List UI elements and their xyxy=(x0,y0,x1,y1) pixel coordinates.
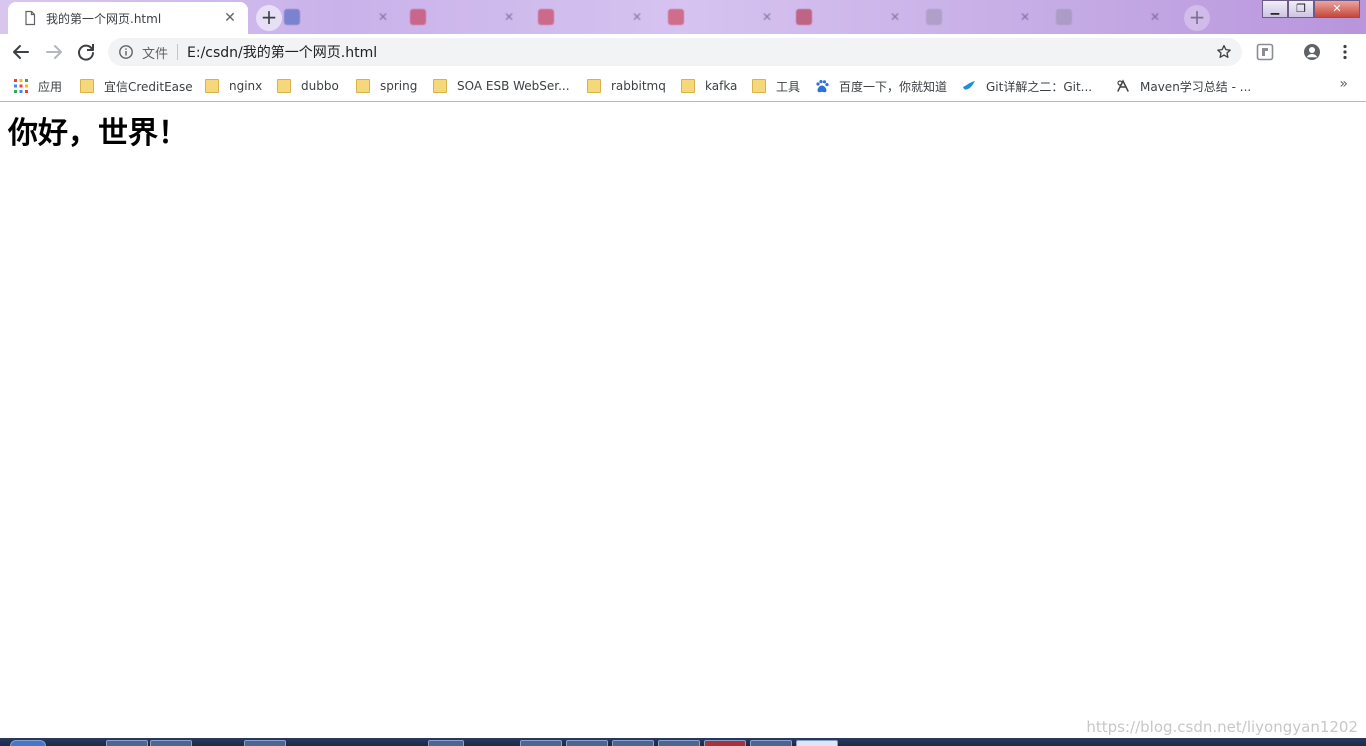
background-tab[interactable]: ✕ xyxy=(1056,6,1160,28)
bookmark-folder[interactable]: rabbitmq xyxy=(587,76,666,96)
bookmark-label: Git详解之二：Git... xyxy=(986,79,1093,94)
bookmark-folder[interactable]: nginx xyxy=(205,76,262,96)
bookmark-baidu[interactable]: 百度一下，你就知道 xyxy=(815,76,947,96)
folder-icon xyxy=(80,79,94,93)
folder-icon xyxy=(356,79,370,93)
tab-close-icon[interactable]: ✕ xyxy=(1150,10,1160,24)
bookmark-maven[interactable]: Maven学习总结 - ... xyxy=(1116,76,1251,96)
document-icon xyxy=(25,10,36,26)
bookmark-folder[interactable]: kafka xyxy=(681,76,737,96)
tab-strip: 我的第一个网页.html ✕ + ✕ ✕ ✕ ✕ ✕ ✕ ✕ + ▁ ❐ ✕ xyxy=(0,0,1366,34)
folder-icon xyxy=(433,79,447,93)
tab-favicon xyxy=(668,9,684,25)
background-tab[interactable]: ✕ xyxy=(410,6,514,28)
background-tab[interactable]: ✕ xyxy=(926,6,1030,28)
tab-favicon xyxy=(538,9,554,25)
bookmark-star-icon[interactable] xyxy=(1216,44,1232,60)
tab-close-icon[interactable]: ✕ xyxy=(890,10,900,24)
bookmark-label: kafka xyxy=(705,79,738,93)
bookmark-label: Maven学习总结 - ... xyxy=(1140,79,1252,94)
taskbar-button[interactable] xyxy=(520,740,562,746)
omnibox-divider xyxy=(177,44,179,60)
bird-icon xyxy=(963,81,975,90)
new-tab-button[interactable]: + xyxy=(256,5,282,31)
bookmark-label: dubbo xyxy=(301,79,339,93)
tab-favicon xyxy=(410,9,426,25)
url-text[interactable]: E:/csdn/我的第一个网页.html xyxy=(187,42,377,62)
minimize-button[interactable]: ▁ xyxy=(1262,0,1288,18)
taskbar-button-active[interactable] xyxy=(796,740,838,746)
bookmark-folder[interactable]: dubbo xyxy=(277,76,339,96)
taskbar-button[interactable] xyxy=(704,740,746,746)
folder-icon xyxy=(681,79,695,93)
tab-favicon xyxy=(1056,9,1072,25)
tab-close-icon[interactable]: ✕ xyxy=(504,10,514,24)
page-content: 你好，世界！ xyxy=(8,114,188,154)
bookmarks-bar: 应用 宜信CreditEase nginx dubbo spring SOA E… xyxy=(0,70,1366,102)
reload-icon[interactable] xyxy=(74,40,98,64)
profile-avatar-icon[interactable] xyxy=(1303,43,1321,61)
restore-button[interactable]: ❐ xyxy=(1288,0,1314,18)
background-tab[interactable]: ✕ xyxy=(284,6,388,28)
kebab-menu-icon[interactable] xyxy=(1336,43,1354,61)
extension-icon[interactable] xyxy=(1256,43,1274,61)
folder-icon xyxy=(587,79,601,93)
tab-close-icon[interactable]: ✕ xyxy=(632,10,642,24)
taskbar-button[interactable] xyxy=(106,740,148,746)
tab-close-icon[interactable]: ✕ xyxy=(378,10,388,24)
taskbar-button[interactable] xyxy=(244,740,286,746)
tab-close-icon[interactable]: ✕ xyxy=(762,10,772,24)
tab-close-icon[interactable]: ✕ xyxy=(1020,10,1030,24)
background-tab[interactable]: ✕ xyxy=(668,6,772,28)
info-icon[interactable] xyxy=(118,44,134,60)
maven-icon xyxy=(1117,79,1129,92)
bookmark-label: SOA ESB WebSer... xyxy=(457,79,570,93)
bookmarks-overflow-chevron-icon[interactable]: » xyxy=(1339,76,1348,92)
taskbar-button[interactable] xyxy=(658,740,700,746)
background-tab[interactable]: ✕ xyxy=(796,6,900,28)
scheme-label: 文件 xyxy=(142,46,169,62)
taskbar-button[interactable] xyxy=(612,740,654,746)
taskbar-button[interactable] xyxy=(150,740,192,746)
bookmark-folder[interactable]: spring xyxy=(356,76,417,96)
folder-icon xyxy=(205,79,219,93)
bookmark-folder[interactable]: 宜信CreditEase xyxy=(80,76,193,96)
bookmark-apps[interactable]: 应用 xyxy=(14,76,62,96)
apps-grid-icon xyxy=(14,79,28,93)
bookmark-label: 宜信CreditEase xyxy=(104,79,193,94)
window-close-button[interactable]: ✕ xyxy=(1314,0,1360,18)
tab-favicon xyxy=(796,9,812,25)
bookmark-git[interactable]: Git详解之二：Git... xyxy=(962,76,1092,96)
address-bar[interactable]: 文件 E:/csdn/我的第一个网页.html xyxy=(108,38,1242,66)
taskbar-button[interactable] xyxy=(566,740,608,746)
tab-favicon xyxy=(284,9,300,25)
tab-close-icon[interactable]: ✕ xyxy=(222,10,238,26)
taskbar-button[interactable] xyxy=(428,740,464,746)
browser-toolbar: 文件 E:/csdn/我的第一个网页.html xyxy=(0,34,1366,70)
folder-icon xyxy=(752,79,766,93)
bookmark-folder[interactable]: 工具 xyxy=(752,76,800,96)
new-tab-button-ghost: + xyxy=(1184,5,1210,31)
bookmark-label: nginx xyxy=(229,79,263,93)
start-button[interactable] xyxy=(10,740,46,746)
back-arrow-icon[interactable] xyxy=(9,40,33,64)
bookmark-label: 百度一下，你就知道 xyxy=(839,79,948,94)
bookmark-label: spring xyxy=(380,79,418,93)
background-tab[interactable]: ✕ xyxy=(538,6,642,28)
folder-icon xyxy=(277,79,291,93)
tab-favicon xyxy=(926,9,942,25)
bookmark-label: 工具 xyxy=(776,79,801,94)
bookmark-label: rabbitmq xyxy=(611,79,666,93)
bookmark-label: 应用 xyxy=(38,79,63,94)
forward-arrow-icon[interactable] xyxy=(42,40,66,64)
tab-title: 我的第一个网页.html xyxy=(46,11,162,26)
taskbar-button[interactable] xyxy=(750,740,792,746)
watermark: https://blog.csdn.net/liyongyan1202 xyxy=(1086,718,1358,736)
bookmark-folder[interactable]: SOA ESB WebSer... xyxy=(433,76,570,96)
page-heading: 你好，世界！ xyxy=(8,116,188,151)
baidu-paw-icon xyxy=(816,80,829,93)
tab-active[interactable]: 我的第一个网页.html ✕ xyxy=(8,2,248,34)
